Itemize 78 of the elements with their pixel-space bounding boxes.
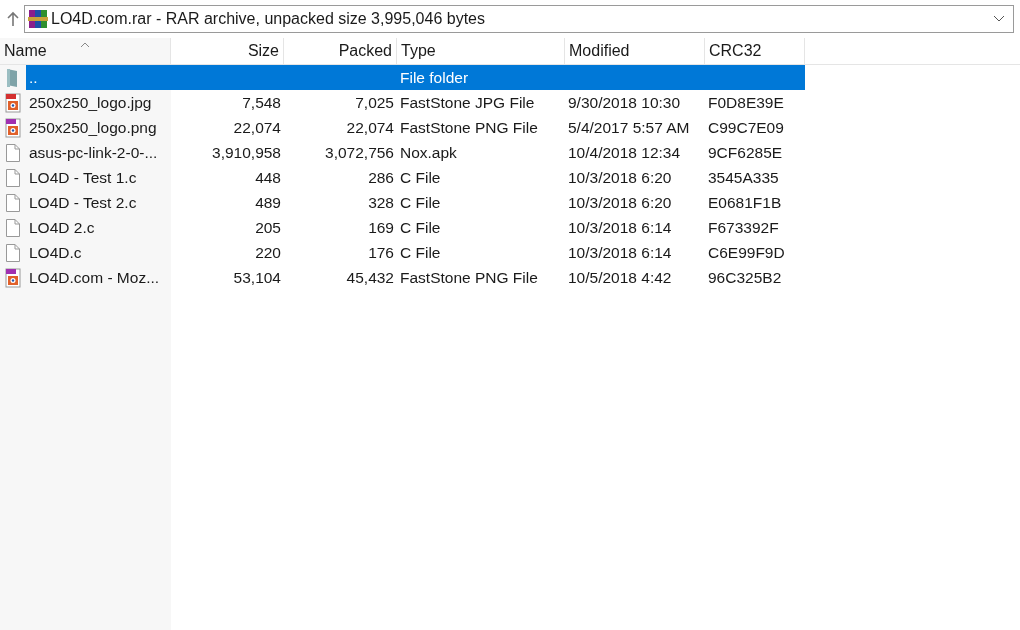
file-icon	[5, 167, 21, 188]
table-cell-text: 10/3/2018 6:14	[567, 217, 673, 238]
table-cell-text: 7,548	[241, 92, 282, 113]
file-row[interactable]: LO4D - Test 1.c 448 286 C File 10/3/2018 6:20 3545A335	[26, 165, 805, 190]
file-row[interactable]: asus-pc-link-2-0-... 3,910,958 3,072,756 Nox.apk 10/4/2018 12:34 9CF6285E	[26, 140, 805, 165]
file-row[interactable]: LO4D.com - Moz... 53,104 45,432 FastStone PNG File 10/5/2018 4:42 96C325B2	[26, 265, 805, 290]
table-cell-text: ..	[28, 67, 39, 88]
table-cell-text: Nox.apk	[399, 142, 458, 163]
table-cell-text: File folder	[399, 67, 470, 88]
table-cell-text: C File	[399, 242, 442, 263]
table-cell-text: FastStone PNG File	[399, 117, 539, 138]
table-cell-text: 10/3/2018 6:20	[567, 167, 673, 188]
table-cell-text: asus-pc-link-2-0-...	[28, 142, 159, 163]
table-cell-text: C File	[399, 192, 442, 213]
table-cell-text: LO4D 2.c	[28, 217, 96, 238]
table-cell-text: LO4D.com - Moz...	[28, 267, 161, 288]
table-cell-text: 10/4/2018 12:34	[567, 142, 682, 163]
table-cell-text: FastStone PNG File	[399, 267, 539, 288]
table-cell-text: 10/3/2018 6:14	[567, 242, 673, 263]
table-cell-text: F673392F	[707, 217, 780, 238]
column-header[interactable]: Type	[401, 39, 436, 63]
image-file-icon	[5, 92, 21, 113]
dropdown-caret-icon[interactable]	[993, 15, 1005, 23]
selected-row[interactable]: .. File folder	[26, 65, 805, 90]
table-cell-text: 53,104	[232, 267, 282, 288]
table-cell-text: 7,025	[354, 92, 395, 113]
file-row[interactable]: LO4D.c 220 176 C File 10/3/2018 6:14 C6E99F9D	[26, 240, 805, 265]
table-cell-text: C6E99F9D	[707, 242, 786, 263]
table-cell-text: 9/30/2018 10:30	[567, 92, 682, 113]
table-cell-text: 250x250_logo.png	[28, 117, 158, 138]
file-row[interactable]: LO4D - Test 2.c 489 328 C File 10/3/2018 6:20 E0681F1B	[26, 190, 805, 215]
table-cell-text: F0D8E39E	[707, 92, 785, 113]
table-cell-text: 45,432	[345, 267, 395, 288]
file-row[interactable]: 250x250_logo.jpg 7,548 7,025 FastStone JPG File 9/30/2018 10:30 F0D8E39E	[26, 90, 805, 115]
table-cell-text: 9CF6285E	[707, 142, 784, 163]
file-row[interactable]: LO4D 2.c 205 169 C File 10/3/2018 6:14 F673392F	[26, 215, 805, 240]
column-header[interactable]: Name	[4, 39, 47, 63]
table-cell-text: E0681F1B	[707, 192, 783, 213]
file-icon	[5, 142, 21, 163]
table-cell-text: 22,074	[232, 117, 282, 138]
file-row[interactable]: 250x250_logo.png 22,074 22,074 FastStone PNG File 5/4/2017 5:57 AM C99C7E09	[26, 115, 805, 140]
image-file-icon	[5, 267, 21, 288]
table-cell-text: 10/3/2018 6:20	[567, 192, 673, 213]
table-cell-text: 96C325B2	[707, 267, 783, 288]
table-cell-text: 448	[254, 167, 282, 188]
table-cell-text: C99C7E09	[707, 117, 785, 138]
table-cell-text: 22,074	[345, 117, 395, 138]
table-cell-text: LO4D - Test 1.c	[28, 167, 138, 188]
table-cell-text: 3,910,958	[211, 142, 282, 163]
table-cell-text: C File	[399, 167, 442, 188]
table-cell-text: LO4D.c	[28, 242, 83, 263]
column-header[interactable]: Size	[247, 39, 279, 63]
table-cell-text: 220	[254, 242, 282, 263]
column-header[interactable]: Modified	[569, 39, 630, 63]
column-header[interactable]: Packed	[338, 39, 392, 63]
table-cell-text: 3545A335	[707, 167, 780, 188]
table-cell-text: 489	[254, 192, 282, 213]
table-cell-text: 286	[367, 167, 395, 188]
table-cell-text: C File	[399, 217, 442, 238]
table-cell-text: 169	[367, 217, 395, 238]
table-cell-text: LO4D - Test 2.c	[28, 192, 138, 213]
up-arrow-icon[interactable]	[6, 11, 20, 27]
table-cell-text: FastStone JPG File	[399, 92, 536, 113]
path-text: LO4D.com.rar - RAR archive, unpacked size 3,995,046 bytes	[51, 9, 486, 29]
table-cell-text: 205	[254, 217, 282, 238]
image-file-icon	[5, 117, 21, 138]
column-header[interactable]: CRC32	[709, 39, 762, 63]
table-cell-text: 328	[367, 192, 395, 213]
table-cell-text: 176	[367, 242, 395, 263]
archive-icon	[27, 8, 49, 30]
path-field[interactable]: LO4D.com.rar - RAR archive, unpacked size 3,995,046 bytes	[24, 5, 1014, 33]
table-cell-text: 3,072,756	[324, 142, 395, 163]
file-icon	[5, 217, 21, 238]
file-icon	[5, 192, 21, 213]
table-cell-text: 10/5/2018 4:42	[567, 267, 673, 288]
table-cell-text: 250x250_logo.jpg	[28, 92, 153, 113]
file-icon	[5, 242, 21, 263]
table-cell-text: 5/4/2017 5:57 AM	[567, 117, 691, 138]
